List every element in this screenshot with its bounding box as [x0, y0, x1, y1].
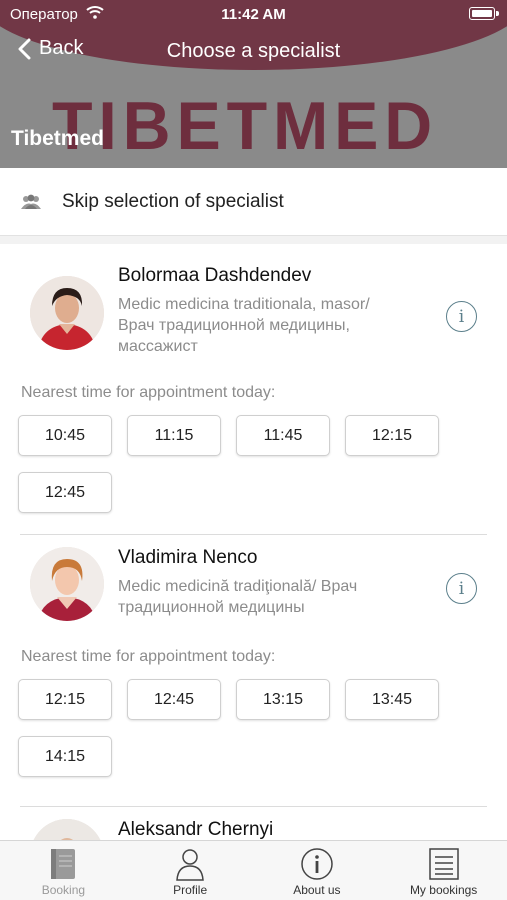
specialist-role-line: Врач традиционной медицины, — [118, 317, 350, 334]
specialist-card[interactable]: Bolormaa Dashdendev Medic medicina tradi… — [18, 244, 487, 535]
tab-my-bookings[interactable]: My bookings — [380, 841, 507, 900]
info-icon[interactable]: i — [446, 573, 477, 604]
specialist-name: Bolormaa Dashdendev — [118, 265, 312, 286]
nearest-time-label: Nearest time for appointment today: — [21, 384, 276, 401]
skip-specialist-row[interactable]: Skip selection of specialist — [0, 168, 507, 236]
specialist-name: Aleksandr Chernyi — [118, 819, 274, 840]
tab-label: About us — [293, 883, 341, 897]
page-title: Choose a specialist — [166, 40, 341, 62]
time-slot-button[interactable]: 12:15 — [18, 679, 112, 720]
status-time: 11:42 AM — [221, 6, 286, 23]
clinic-name: Tibetmed — [11, 127, 104, 150]
status-bar: Оператор 11:42 AM — [0, 0, 507, 30]
specialist-name: Vladimira Nenco — [118, 547, 258, 568]
avatar — [30, 547, 104, 621]
specialist-role-line: традиционной медицины — [118, 599, 305, 616]
specialist-role-line: Medic medicină tradiţională/ Врач — [118, 578, 358, 595]
list-icon — [427, 846, 461, 882]
info-icon[interactable]: i — [446, 301, 477, 332]
specialist-list: Bolormaa Dashdendev Medic medicina tradi… — [0, 244, 507, 840]
tab-profile[interactable]: Profile — [127, 841, 254, 900]
nearest-time-label: Nearest time for appointment today: — [21, 648, 276, 665]
time-slot-button[interactable]: 12:45 — [127, 679, 221, 720]
specialist-role-line: массажист — [118, 338, 198, 355]
time-slot-button[interactable]: 14:15 — [18, 736, 112, 777]
time-slot-button[interactable]: 12:45 — [18, 472, 112, 513]
tab-booking[interactable]: Booking — [0, 841, 127, 900]
tab-about-us[interactable]: About us — [254, 841, 381, 900]
header: TIBETMED Оператор 11:42 AM Back Choose a… — [0, 0, 507, 168]
specialist-card[interactable]: Vladimira Nenco Medic medicină tradiţion… — [18, 535, 487, 807]
tab-label: My bookings — [409, 883, 478, 897]
tab-label: Profile — [173, 883, 208, 897]
time-slot-button[interactable]: 12:15 — [345, 415, 439, 456]
avatar — [30, 276, 104, 350]
specialist-role: Medic medicina traditionala, masor/ Врач… — [118, 294, 438, 357]
info-icon — [300, 846, 334, 882]
tab-label: Booking — [41, 883, 86, 897]
time-slot-button[interactable]: 13:15 — [236, 679, 330, 720]
group-icon — [20, 194, 42, 210]
time-slot-button[interactable]: 13:45 — [345, 679, 439, 720]
brand-logo-text: TIBETMED — [52, 95, 438, 155]
book-icon — [47, 846, 79, 882]
tab-bar: Booking Profile About us My bookings — [0, 840, 507, 900]
time-slot-button[interactable]: 11:15 — [127, 415, 221, 456]
time-slots: 10:45 11:15 11:45 12:15 12:45 — [18, 415, 448, 513]
avatar — [30, 819, 104, 840]
specialist-role-line: Medic medicina traditionala, masor/ — [118, 296, 370, 313]
time-slots: 12:15 12:45 13:15 13:45 14:15 — [18, 679, 448, 777]
navigation-bar: Back Choose a specialist — [0, 32, 507, 72]
person-icon — [173, 846, 207, 882]
time-slot-button[interactable]: 10:45 — [18, 415, 112, 456]
specialist-card[interactable]: Aleksandr Chernyi — [20, 807, 487, 840]
time-slot-button[interactable]: 11:45 — [236, 415, 330, 456]
battery-icon — [469, 7, 499, 20]
specialist-role: Medic medicină tradiţională/ Врач традиц… — [118, 576, 438, 618]
skip-specialist-label: Skip selection of specialist — [62, 190, 284, 212]
brand-logo: TIBETMED — [52, 95, 438, 155]
